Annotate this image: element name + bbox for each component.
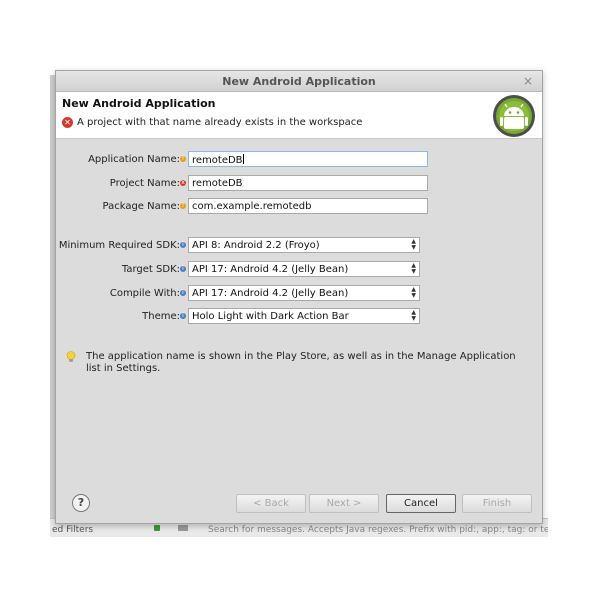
theme-row: Theme: i Holo Light with Dark Action Bar… <box>56 308 544 326</box>
wizard-header: New Android Application ✕ A project with… <box>56 92 542 139</box>
info-icon: i <box>180 290 186 296</box>
logcat-search-hint: Search for messages. Accepts Java regexe… <box>208 525 548 535</box>
edit-filter-icon <box>178 525 188 531</box>
spinner-arrows-icon: ▲ ▼ <box>411 286 416 299</box>
lightbulb-icon <box>66 351 76 362</box>
project-name-row: Project Name: x remoteDB <box>56 175 544 193</box>
package-name-row: Package Name: ! com.example.remotedb <box>56 198 544 216</box>
compile-with-select[interactable]: API 17: Android 4.2 (Jelly Bean) ▲ ▼ <box>188 285 420 301</box>
target-sdk-label: Target SDK: <box>121 264 180 275</box>
application-name-row: Application Name: ! remoteDB <box>56 151 544 169</box>
package-name-input[interactable]: com.example.remotedb <box>188 198 428 214</box>
back-button[interactable]: < Back <box>236 494 306 513</box>
help-button[interactable]: ? <box>72 494 90 512</box>
saved-filters-label: ed Filters <box>52 525 94 535</box>
target-sdk-row: Target SDK: i API 17: Android 4.2 (Jelly… <box>56 261 544 279</box>
compile-with-label: Compile With: <box>109 288 180 299</box>
target-sdk-select[interactable]: API 17: Android 4.2 (Jelly Bean) ▲ ▼ <box>188 261 420 277</box>
info-icon: i <box>180 313 186 319</box>
package-name-label: Package Name: <box>102 201 181 212</box>
close-icon[interactable]: × <box>523 74 533 88</box>
warning-icon: ! <box>180 155 186 162</box>
error-marker-icon: x <box>180 179 186 186</box>
info-icon: i <box>180 266 186 272</box>
error-message: A project with that name already exists … <box>77 117 363 128</box>
application-name-input[interactable]: remoteDB <box>188 151 428 167</box>
error-icon: ✕ <box>62 117 73 128</box>
info-icon: i <box>180 242 186 248</box>
project-name-label: Project Name: <box>109 178 180 189</box>
finish-button[interactable]: Finish <box>462 494 532 513</box>
spinner-arrows-icon: ▲ ▼ <box>411 309 416 322</box>
hint-text: The application name is shown in the Pla… <box>86 351 516 374</box>
spinner-arrows-icon: ▲ ▼ <box>411 238 416 251</box>
theme-select[interactable]: Holo Light with Dark Action Bar ▲ ▼ <box>188 308 420 324</box>
dialog-titlebar[interactable]: New Android Application × <box>56 71 542 92</box>
page-title: New Android Application <box>62 97 216 110</box>
new-android-application-dialog: New Android Application × New Android Ap… <box>55 70 543 524</box>
compile-with-row: Compile With: i API 17: Android 4.2 (Jel… <box>56 285 544 303</box>
window-title: New Android Application <box>222 75 376 88</box>
spinner-arrows-icon: ▲ ▼ <box>411 262 416 275</box>
add-filter-icon <box>154 525 160 531</box>
theme-label: Theme: <box>142 311 180 322</box>
project-name-input[interactable]: remoteDB <box>188 175 428 191</box>
min-sdk-label: Minimum Required SDK: <box>58 240 180 251</box>
android-logo-icon <box>493 95 535 137</box>
warning-icon: ! <box>180 202 186 209</box>
next-button[interactable]: Next > <box>309 494 379 513</box>
min-sdk-select[interactable]: API 8: Android 2.2 (Froyo) ▲ ▼ <box>188 237 420 253</box>
min-sdk-row: Minimum Required SDK: i API 8: Android 2… <box>56 237 544 255</box>
cancel-button[interactable]: Cancel <box>386 494 456 513</box>
application-name-label: Application Name: <box>88 154 180 165</box>
